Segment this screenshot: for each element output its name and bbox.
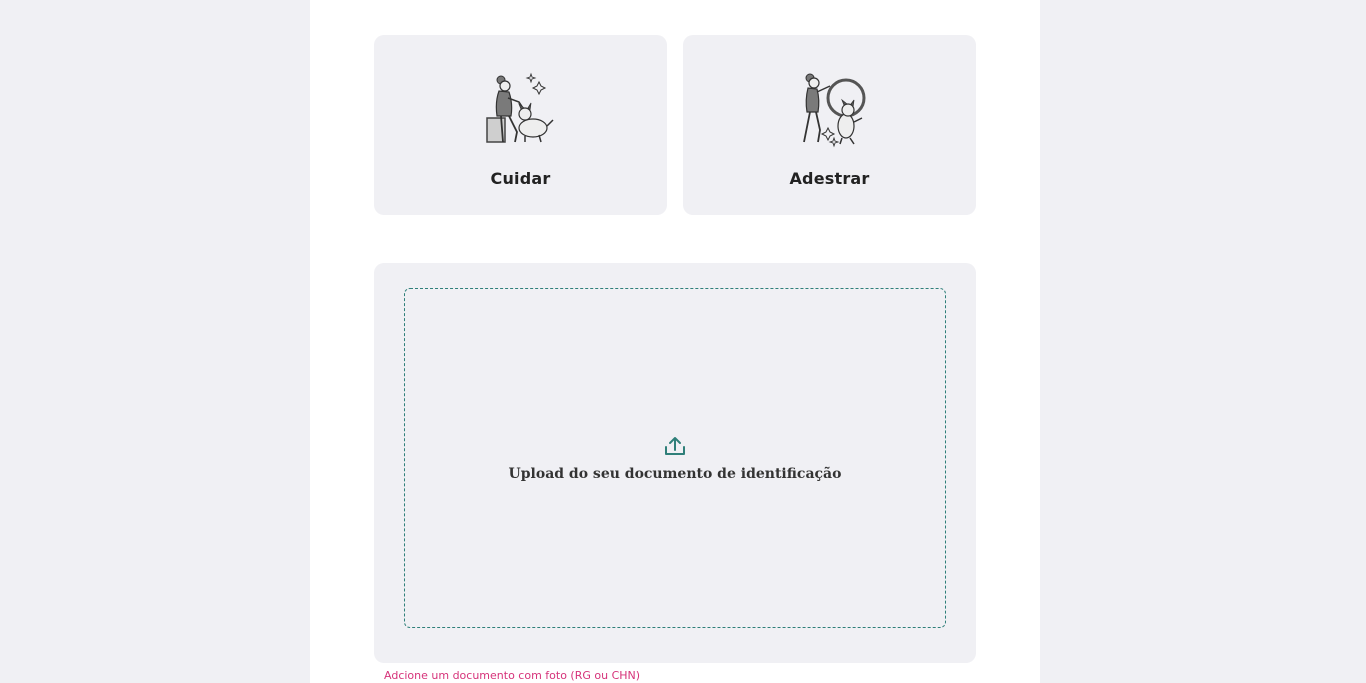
service-label-cuidar: Cuidar <box>490 169 551 188</box>
document-upload-panel: Upload do seu documento de identificação <box>374 263 976 663</box>
document-upload-dropzone[interactable]: Upload do seu documento de identificação <box>404 288 946 628</box>
page-container: Cuidar Adestrar Upload do seu documento … <box>310 0 1040 683</box>
upload-helper-text: Adcione um documento com foto (RG ou CHN… <box>384 669 641 682</box>
pet-training-illustration-icon <box>802 73 865 148</box>
upload-label: Upload do seu documento de identificação <box>508 466 842 482</box>
service-label-adestrar: Adestrar <box>789 169 870 188</box>
service-card-cuidar[interactable]: Cuidar <box>374 35 667 215</box>
service-card-adestrar[interactable]: Adestrar <box>683 35 976 215</box>
upload-icon <box>665 437 685 455</box>
pet-sitting-illustration-icon <box>485 72 554 143</box>
